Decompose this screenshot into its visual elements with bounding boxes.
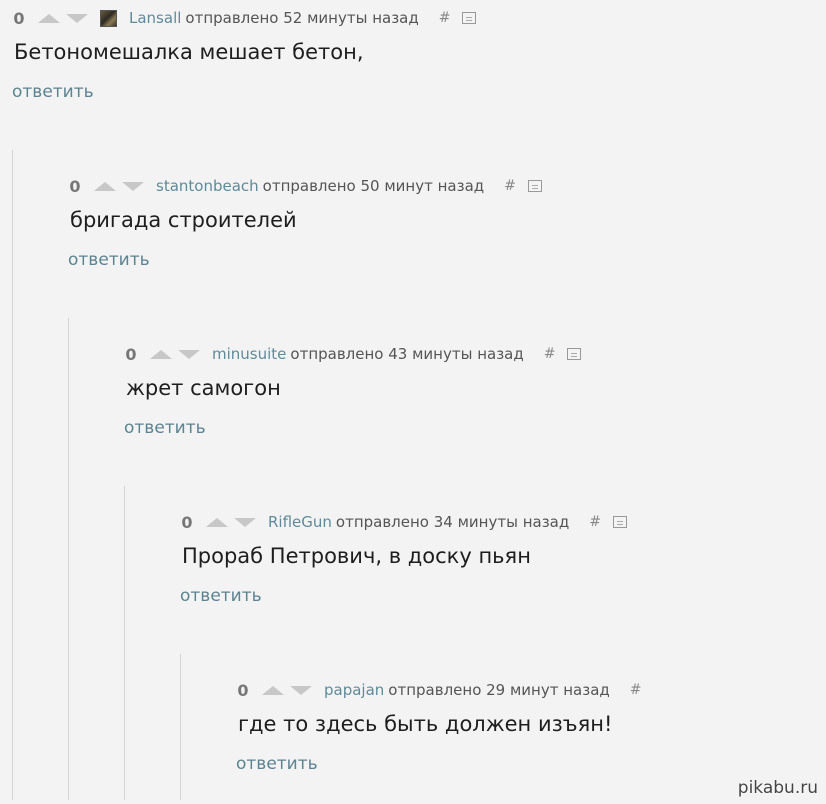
comment-timestamp: отправлено 29 минут назад: [388, 681, 610, 699]
comment: 0 stantonbeach отправлено 50 минут назад…: [68, 176, 542, 270]
reply-link[interactable]: ответить: [180, 586, 627, 606]
vote-up-icon[interactable]: [206, 517, 228, 527]
thread-rail: [68, 318, 69, 800]
comment: 0 Lansall отправлено 52 минуты назад # Б…: [12, 8, 477, 102]
comment-author[interactable]: Lansall: [129, 9, 181, 27]
comment-body: где то здесь быть должен изъян!: [238, 712, 613, 736]
comment-meta: 0 papajan отправлено 29 минут назад #: [236, 680, 642, 700]
comment-timestamp: отправлено 50 минут назад: [262, 177, 485, 195]
comment: 0 RifleGun отправлено 34 минуты назад # …: [180, 512, 627, 606]
permalink-icon[interactable]: #: [630, 682, 642, 698]
comment-score: 0: [181, 512, 193, 532]
comment-author[interactable]: minusuite: [212, 345, 286, 363]
comment-author[interactable]: papajan: [324, 681, 384, 699]
permalink-icon[interactable]: #: [504, 178, 516, 194]
reply-box-icon[interactable]: [462, 12, 477, 24]
vote-down-icon[interactable]: [122, 181, 144, 191]
comment-meta: 0 RifleGun отправлено 34 минуты назад #: [180, 512, 627, 532]
vote-up-icon[interactable]: [94, 181, 116, 191]
vote-up-icon[interactable]: [150, 349, 172, 359]
comment-score: 0: [69, 176, 81, 196]
vote-down-icon[interactable]: [178, 349, 200, 359]
comment-body: Бетономешалка мешает бетон,: [14, 40, 364, 64]
vote-up-icon[interactable]: [38, 13, 60, 23]
comment-timestamp: отправлено 52 минуты назад: [185, 9, 419, 27]
comment-body: бригада строителей: [70, 208, 297, 232]
site-watermark: pikabu.ru: [737, 778, 818, 798]
thread-rail: [12, 150, 13, 800]
reply-link[interactable]: ответить: [68, 250, 542, 270]
comment-timestamp: отправлено 43 минуты назад: [290, 345, 524, 363]
reply-link[interactable]: ответить: [124, 418, 581, 438]
comment-author[interactable]: RifleGun: [268, 513, 332, 531]
comment-timestamp: отправлено 34 минуты назад: [335, 513, 570, 531]
comment-score: 0: [237, 680, 249, 700]
comment-author[interactable]: stantonbeach: [156, 177, 259, 195]
reply-box-icon[interactable]: [527, 180, 542, 192]
thread-rail: [180, 654, 181, 800]
permalink-icon[interactable]: #: [544, 346, 556, 362]
comment-body: жрет самогон: [126, 376, 281, 400]
thread-rail: [124, 486, 125, 800]
comment-meta: 0 minusuite отправлено 43 минуты назад #: [124, 344, 582, 364]
reply-link[interactable]: ответить: [12, 82, 476, 102]
comment-meta: 0 Lansall отправлено 52 минуты назад #: [12, 8, 477, 28]
reply-box-icon[interactable]: [612, 516, 627, 528]
comment-score: 0: [13, 8, 25, 28]
permalink-icon[interactable]: #: [439, 10, 451, 26]
comment-body: Прораб Петрович, в доску пьян: [182, 544, 531, 568]
permalink-icon[interactable]: #: [589, 514, 601, 530]
avatar[interactable]: [100, 9, 117, 27]
reply-box-icon[interactable]: [567, 348, 582, 360]
vote-down-icon[interactable]: [290, 685, 312, 695]
comment: 0 papajan отправлено 29 минут назад # гд…: [236, 680, 642, 775]
vote-down-icon[interactable]: [66, 13, 88, 23]
comment: 0 minusuite отправлено 43 минуты назад #…: [124, 344, 582, 438]
reply-link[interactable]: ответить: [236, 754, 642, 774]
vote-up-icon[interactable]: [262, 685, 284, 695]
comment-thread: 0 Lansall отправлено 52 минуты назад # Б…: [0, 0, 826, 804]
comment-meta: 0 stantonbeach отправлено 50 минут назад…: [68, 176, 542, 196]
vote-down-icon[interactable]: [234, 517, 256, 527]
comment-score: 0: [125, 344, 137, 364]
